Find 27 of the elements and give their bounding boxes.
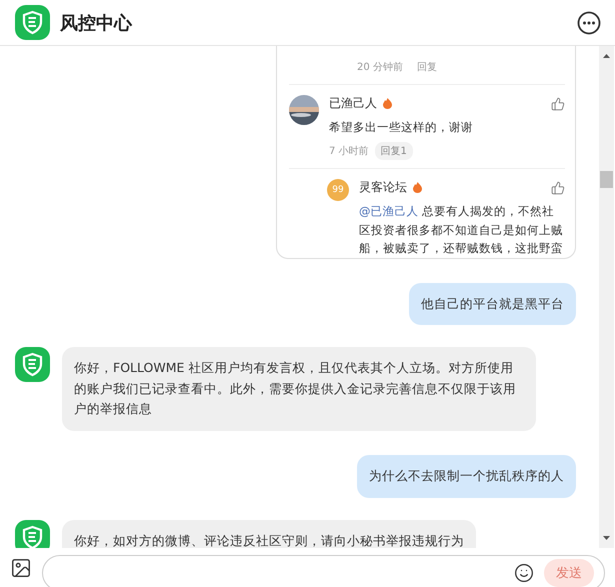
message-input[interactable]: 发送 bbox=[42, 554, 605, 587]
comment-text: 希望多出一些这样的，谢谢 bbox=[329, 119, 474, 136]
emoji-icon[interactable] bbox=[514, 562, 534, 582]
message-bubble: 你好，FOLLOWME 社区用户均有发言权，且仅代表其个人立场。对方所使用的账户我们已记录查看中。此外，需要你提供入金记录完善信息不仅限于该用户的举报信息 bbox=[62, 347, 536, 432]
thumbs-up-icon[interactable] bbox=[551, 96, 565, 110]
comment-time: 7 小时前 bbox=[329, 144, 369, 158]
window-title: 风控中心 bbox=[60, 12, 134, 34]
message-bubble: 他自己的平台就是黑平台 bbox=[409, 282, 576, 326]
thumbs-up-icon[interactable] bbox=[551, 180, 565, 195]
flame-icon bbox=[413, 182, 422, 194]
mention-link[interactable]: @已渔己人 bbox=[359, 204, 418, 218]
author-name[interactable]: 已渔己人 bbox=[329, 95, 377, 112]
bot-avatar bbox=[15, 520, 50, 548]
more-icon[interactable] bbox=[577, 10, 601, 34]
user-avatar: 99 bbox=[327, 179, 349, 202]
comment-time: 20 分钟前 bbox=[357, 60, 403, 74]
shield-logo bbox=[15, 5, 50, 40]
flame-icon bbox=[383, 98, 392, 109]
author-name[interactable]: 灵客论坛 bbox=[359, 179, 407, 196]
scrollbar[interactable] bbox=[598, 46, 615, 548]
bot-avatar bbox=[15, 347, 50, 382]
replies-button[interactable]: 回复1 bbox=[374, 142, 413, 160]
message-bubble: 你好，如对方的微博、评论违反社区守则，请向小秘书举报违规行为 bbox=[62, 520, 476, 548]
image-icon[interactable] bbox=[10, 556, 32, 578]
reply-text: @已渔己人 总要有人揭发的，不然社区投资者很多都不知道自己是如何上贼船，被贼卖了，还帮贼数钱，这批野蛮 bbox=[359, 203, 564, 258]
reply-link[interactable]: 回复 bbox=[416, 60, 437, 74]
message-bubble: 为什么不去限制一个扰乱秩序的人 bbox=[357, 455, 576, 498]
